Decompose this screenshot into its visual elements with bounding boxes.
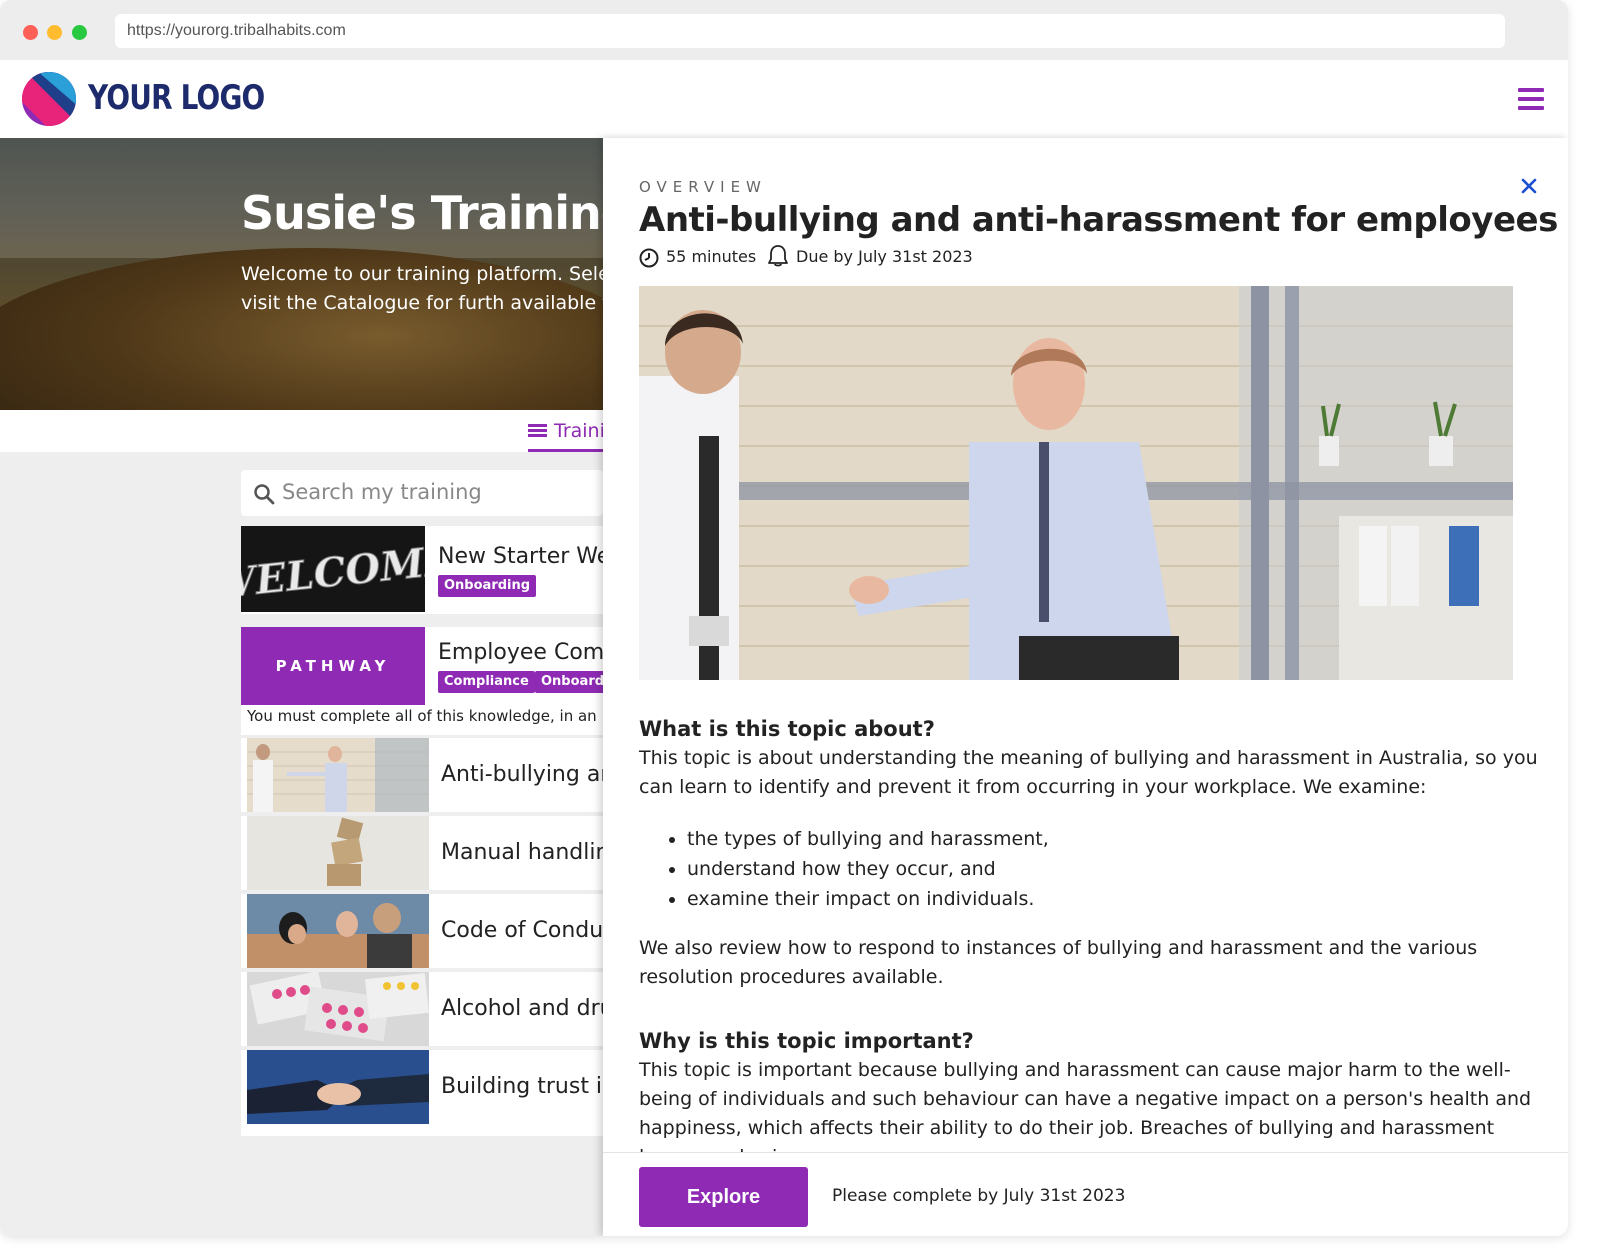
logo-text[interactable]: YOUR LOGO xyxy=(88,78,265,118)
pathway-thumbnail: PATHWAY xyxy=(241,627,425,705)
training-item[interactable]: WELCOME New Starter Wel Onboarding xyxy=(241,526,603,614)
hero-banner: Susie's Training Welcome to our training… xyxy=(0,138,603,410)
browser-window: https://yourorg.tribalhabits.com YOUR LO… xyxy=(0,0,1568,1236)
training-item-title: Building trust in xyxy=(441,1074,603,1099)
tab-bar: Traini xyxy=(0,410,605,452)
clock-icon xyxy=(639,248,659,268)
review-text: We also review how to respond to instanc… xyxy=(639,937,1478,988)
about-heading: What is this topic about? xyxy=(639,717,935,741)
explore-button[interactable]: Explore xyxy=(639,1167,808,1227)
browser-chrome: https://yourorg.tribalhabits.com xyxy=(0,0,1568,60)
pathway-note: You must complete all of this knowledge,… xyxy=(247,707,597,725)
minimize-window-button[interactable] xyxy=(47,25,62,40)
bullet-item: examine their impact on individuals. xyxy=(687,884,1539,914)
importance-heading: Why is this topic important? xyxy=(639,1029,974,1053)
completion-note: Please complete by July 31st 2023 xyxy=(832,1186,1126,1206)
training-item-title: Employee Comp xyxy=(438,640,603,665)
due-date-text: Due by July 31st 2023 xyxy=(796,247,973,266)
training-item-title: Anti-bullying anc xyxy=(441,762,603,787)
welcome-thumbnail: WELCOME xyxy=(241,526,425,612)
list-icon xyxy=(528,424,547,439)
topic-thumbnail xyxy=(247,972,429,1046)
panel-footer: Explore Please complete by July 31st 202… xyxy=(603,1152,1568,1236)
training-item[interactable]: Alcohol and dru xyxy=(241,972,603,1046)
tag-badge: Onboardi xyxy=(535,671,603,693)
training-item-pathway[interactable]: PATHWAY Employee Comp Compliance Onboard… xyxy=(241,627,603,735)
hero-welcome-text: Welcome to our training platform. Select… xyxy=(241,263,603,314)
search-icon xyxy=(254,484,275,505)
bell-icon xyxy=(768,245,788,267)
tab-training[interactable]: Traini xyxy=(528,420,605,452)
hamburger-menu-icon[interactable] xyxy=(1518,88,1544,110)
bullet-item: the types of bullying and harassment, xyxy=(687,824,1539,854)
address-bar[interactable]: https://yourorg.tribalhabits.com xyxy=(115,14,1505,48)
tag-badge: Compliance xyxy=(438,671,535,693)
maximize-window-button[interactable] xyxy=(72,25,87,40)
topic-thumbnail xyxy=(247,738,429,812)
training-item-title: Manual handling xyxy=(441,840,603,865)
topic-thumbnail xyxy=(247,1050,429,1124)
close-window-button[interactable] xyxy=(23,25,38,40)
training-item[interactable]: Anti-bullying anc xyxy=(241,738,603,812)
tab-training-label: Traini xyxy=(554,420,605,442)
training-item-title: Code of Conduc xyxy=(441,918,603,943)
training-item[interactable]: Manual handling xyxy=(241,816,603,890)
search-placeholder: Search my training xyxy=(282,480,482,504)
training-item-title: Alcohol and dru xyxy=(441,996,603,1021)
search-input[interactable]: Search my training xyxy=(241,470,603,516)
top-bar: YOUR LOGO xyxy=(0,60,1568,138)
topic-bullets: the types of bullying and harassment, un… xyxy=(687,824,1539,914)
topic-thumbnail xyxy=(247,816,429,890)
bullet-item: understand how they occur, and xyxy=(687,854,1539,884)
duration-text: 55 minutes xyxy=(666,247,757,266)
app-page: YOUR LOGO Susie's Training Welcome to ou… xyxy=(0,60,1568,1236)
close-icon[interactable] xyxy=(1521,178,1537,194)
hero-title: Susie's Training xyxy=(241,186,603,240)
topic-title: Anti-bullying and anti-harassment for em… xyxy=(639,200,1568,240)
training-item[interactable]: Building trust in xyxy=(241,1050,603,1136)
about-text: This topic is about understanding the me… xyxy=(639,747,1538,798)
topic-thumbnail xyxy=(247,894,429,968)
overview-panel: OVERVIEW Anti-bullying and anti-harassme… xyxy=(603,138,1568,1236)
topic-description: What is this topic about? This topic is … xyxy=(639,714,1539,1172)
training-item-title: New Starter Wel xyxy=(438,544,603,569)
logo-icon[interactable] xyxy=(22,72,76,126)
training-item[interactable]: Code of Conduc xyxy=(241,894,603,968)
topic-image xyxy=(639,286,1513,680)
overview-label: OVERVIEW xyxy=(639,178,767,196)
tag-badge: Onboarding xyxy=(438,575,537,597)
